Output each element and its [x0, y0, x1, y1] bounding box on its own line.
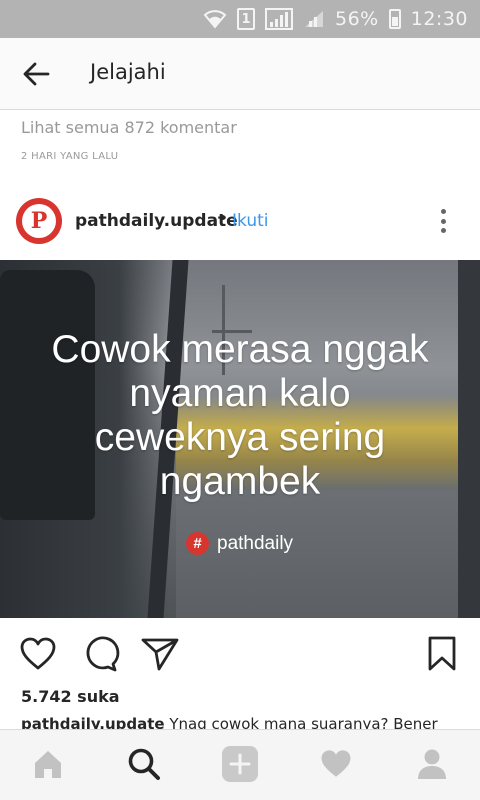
dot: [440, 218, 446, 224]
quote-line: ngambek: [159, 460, 321, 503]
caption-text: Ynag cowok mana suaranya? Bener: [164, 715, 438, 729]
view-all-comments-link[interactable]: Lihat semua 872 komentar: [21, 118, 237, 137]
post-image[interactable]: Cowok merasa nggak nyaman kalo ceweknya …: [0, 260, 480, 618]
pinterest-logo-icon: P: [22, 204, 56, 238]
page-title: Jelajahi: [90, 60, 166, 84]
quote-line: nyaman kalo: [129, 372, 351, 415]
like-count[interactable]: 5.742 suka: [21, 687, 120, 706]
caption-username[interactable]: pathdaily.update: [21, 715, 165, 729]
arrow-left-icon: [23, 62, 50, 86]
separator-dot: •: [218, 209, 229, 229]
nav-add[interactable]: [220, 744, 260, 784]
add-icon: [222, 746, 258, 782]
quote-line: Cowok merasa nggak: [51, 328, 429, 371]
battery-icon: [388, 9, 401, 29]
post-caption: pathdaily.update Ynag cowok mana suarany…: [21, 715, 480, 729]
nav-activity[interactable]: [316, 744, 356, 784]
save-button[interactable]: [422, 634, 462, 674]
status-icons: 1 56% 12:30: [203, 0, 468, 38]
quote-text: Cowok merasa nggak nyaman kalo ceweknya …: [0, 328, 480, 504]
signal-icon: [265, 8, 293, 30]
signal-icon-2: [305, 11, 323, 27]
post-actions: [0, 630, 480, 678]
follow-button[interactable]: Ikuti: [232, 211, 269, 231]
bookmark-icon: [428, 636, 456, 671]
battery-percent: 56%: [335, 8, 379, 30]
comment-button[interactable]: [80, 634, 120, 674]
brand-name: pathdaily: [217, 532, 294, 554]
app-bar: Jelajahi: [0, 38, 480, 110]
post-username[interactable]: pathdaily.update: [75, 211, 238, 231]
status-bar: 1 56% 12:30: [0, 0, 480, 38]
quote-line: ceweknya sering: [94, 416, 386, 459]
more-options-button[interactable]: [432, 205, 454, 237]
bottom-nav: [0, 729, 480, 800]
heart-outline-icon: [20, 637, 56, 670]
like-button[interactable]: [18, 634, 58, 674]
share-button[interactable]: [140, 634, 180, 674]
profile-icon: [418, 749, 446, 779]
post-header: P pathdaily.update • Ikuti: [0, 195, 480, 247]
hashtag-icon: #: [186, 532, 209, 555]
brand-watermark: # pathdaily: [186, 532, 293, 555]
clock: 12:30: [410, 8, 468, 30]
send-icon: [141, 638, 179, 671]
nav-search[interactable]: [124, 744, 164, 784]
search-icon: [128, 748, 160, 780]
comment-bubble-icon: [86, 636, 120, 672]
heart-icon: [321, 750, 351, 777]
home-icon: [35, 751, 61, 778]
nav-home[interactable]: [28, 744, 68, 784]
post-timestamp: 2 HARI YANG LALU: [21, 151, 119, 162]
dot: [440, 228, 446, 233]
wifi-icon: [203, 10, 227, 29]
dot: [440, 209, 446, 214]
avatar[interactable]: P: [16, 198, 62, 244]
sim-badge: 1: [237, 8, 255, 30]
nav-profile[interactable]: [412, 744, 452, 784]
back-button[interactable]: [18, 56, 54, 92]
